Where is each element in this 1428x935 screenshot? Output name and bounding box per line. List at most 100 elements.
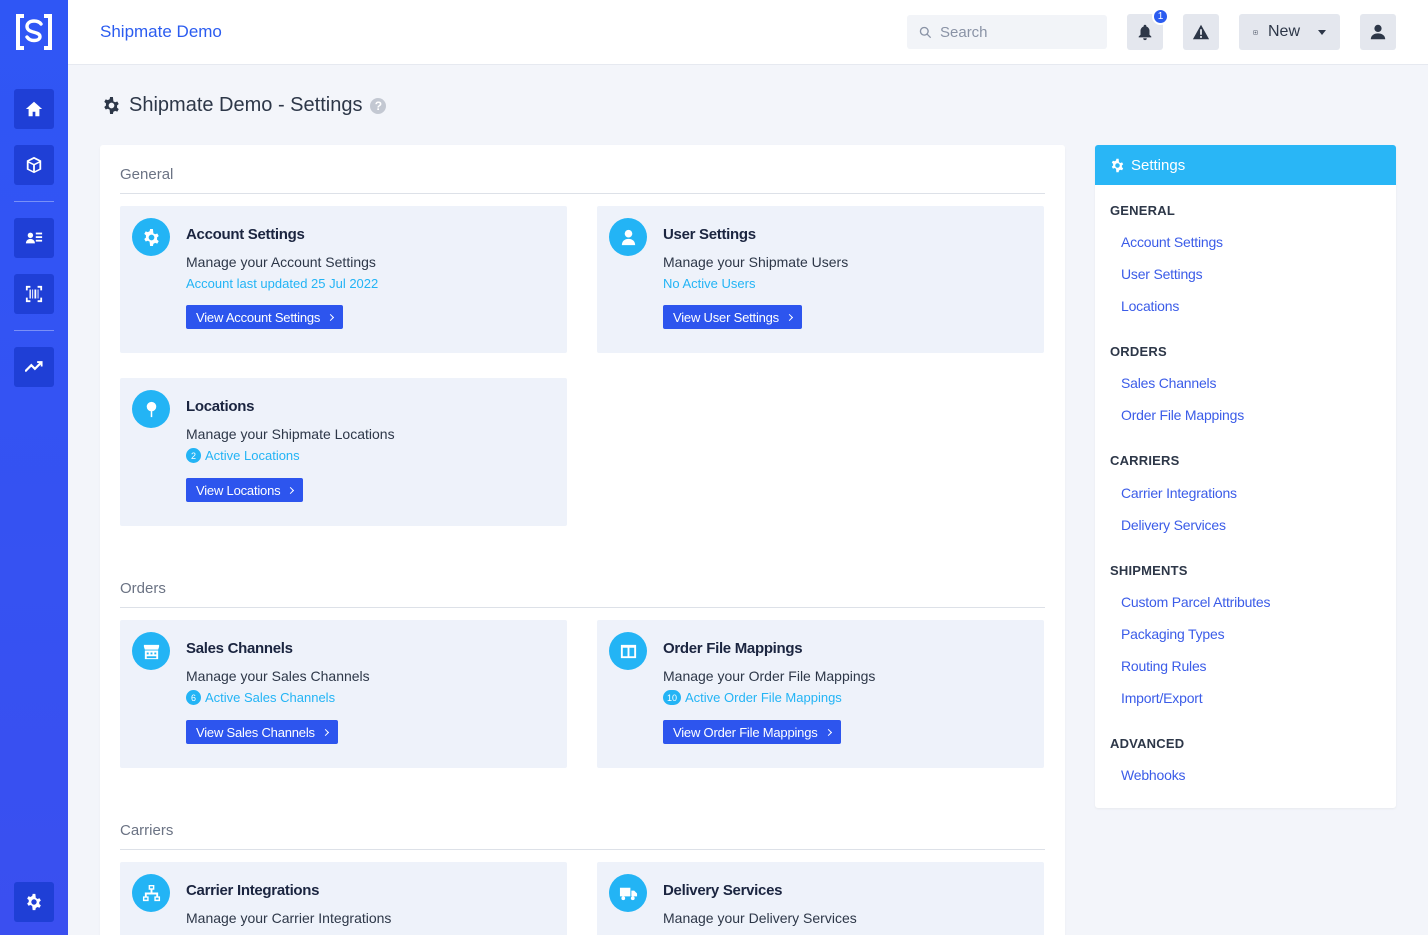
card-status: 10 Active Order File Mappings — [663, 690, 842, 705]
chart-line-icon — [25, 361, 43, 373]
search-icon — [919, 26, 932, 38]
brand-name[interactable]: Shipmate Demo — [100, 22, 222, 42]
divider — [120, 193, 1045, 194]
status-text: No Active Users — [663, 276, 756, 291]
view-order-file-mappings-button[interactable]: View Order File Mappings — [663, 720, 841, 744]
view-sales-channels-button[interactable]: View Sales Channels — [186, 720, 338, 744]
nav-group-shipments: SHIPMENTS — [1110, 563, 1188, 578]
gear-icon — [1111, 158, 1124, 172]
card-title: Order File Mappings — [663, 640, 803, 657]
card-description: Manage your Account Settings — [186, 254, 376, 270]
nav-link-carrier-integrations[interactable]: Carrier Integrations — [1121, 485, 1237, 501]
columns-icon — [609, 632, 647, 670]
chevron-right-icon — [327, 313, 335, 321]
card-carrier-integrations: Carrier Integrations Manage your Carrier… — [120, 862, 567, 935]
gear-icon — [132, 218, 170, 256]
chevron-right-icon — [321, 728, 329, 736]
network-icon — [132, 874, 170, 912]
settings-nav-title: Settings — [1131, 156, 1186, 174]
card-description: Manage your Carrier Integrations — [186, 910, 392, 926]
sidebar — [0, 0, 68, 935]
nav-group-carriers: CARRIERS — [1110, 453, 1180, 468]
section-carriers-title: Carriers — [120, 822, 174, 839]
view-locations-button[interactable]: View Locations — [186, 478, 304, 502]
search-box[interactable] — [907, 15, 1107, 49]
card-title: Locations — [186, 398, 255, 415]
status-text: Account last updated 25 Jul 2022 — [186, 276, 379, 291]
new-button-label: New — [1267, 23, 1300, 40]
card-description: Manage your Shipmate Locations — [186, 426, 395, 442]
settings-main-panel: General Account Settings Manage your Acc… — [100, 145, 1065, 935]
package-icon — [26, 156, 42, 174]
nav-link-order-file-mappings[interactable]: Order File Mappings — [1121, 407, 1244, 423]
nav-link-import-export[interactable]: Import/Export — [1121, 690, 1203, 706]
nav-settings-button[interactable] — [14, 882, 54, 922]
divider — [120, 849, 1045, 850]
card-description: Manage your Delivery Services — [663, 910, 857, 926]
button-label: View User Settings — [673, 309, 779, 325]
card-sales-channels: Sales Channels Manage your Sales Channel… — [120, 620, 567, 768]
nav-link-locations[interactable]: Locations — [1121, 298, 1179, 314]
nav-link-custom-parcel-attributes[interactable]: Custom Parcel Attributes — [1121, 594, 1270, 610]
card-title: Sales Channels — [186, 640, 293, 657]
nav-scan-button[interactable] — [14, 274, 54, 314]
nav-link-packaging-types[interactable]: Packaging Types — [1121, 626, 1225, 642]
nav-link-sales-channels[interactable]: Sales Channels — [1121, 375, 1216, 391]
button-label: View Account Settings — [196, 309, 321, 325]
button-label: View Sales Channels — [196, 724, 315, 740]
nav-link-user-settings[interactable]: User Settings — [1121, 266, 1203, 282]
nav-contacts-button[interactable] — [14, 218, 54, 258]
map-pin-icon — [132, 390, 170, 428]
nav-analytics-button[interactable] — [14, 347, 54, 387]
settings-nav-header: Settings — [1095, 145, 1396, 185]
nav-link-delivery-services[interactable]: Delivery Services — [1121, 517, 1226, 533]
nav-link-routing-rules[interactable]: Routing Rules — [1121, 658, 1207, 674]
nav-home-button[interactable] — [14, 89, 54, 129]
bell-icon — [1138, 24, 1152, 41]
nav-group-general: GENERAL — [1110, 203, 1175, 218]
status-text: Active Order File Mappings — [685, 690, 842, 705]
card-account-settings: Account Settings Manage your Account Set… — [120, 206, 567, 353]
section-orders-title: Orders — [120, 580, 166, 597]
card-status: Account last updated 25 Jul 2022 — [186, 276, 378, 291]
card-title: Delivery Services — [663, 882, 783, 899]
user-icon — [609, 218, 647, 256]
card-description: Manage your Shipmate Users — [663, 254, 849, 270]
nav-link-webhooks[interactable]: Webhooks — [1121, 767, 1185, 783]
status-text: Active Locations — [205, 448, 300, 463]
card-title: Carrier Integrations — [186, 882, 320, 899]
chevron-right-icon — [287, 486, 295, 494]
card-order-file-mappings: Order File Mappings Manage your Order Fi… — [597, 620, 1044, 768]
count-badge: 6 — [186, 690, 201, 705]
notification-badge: 1 — [1152, 8, 1169, 25]
view-account-settings-button[interactable]: View Account Settings — [186, 305, 344, 329]
warning-icon — [1192, 24, 1210, 40]
status-text: Active Sales Channels — [205, 690, 336, 705]
nav-shipments-button[interactable] — [14, 145, 54, 185]
count-badge: 2 — [186, 448, 201, 463]
button-label: View Locations — [196, 482, 281, 498]
alerts-button[interactable] — [1183, 14, 1219, 50]
notifications-button[interactable]: 1 — [1127, 8, 1169, 50]
help-icon[interactable]: ? — [370, 97, 387, 114]
search-input[interactable] — [940, 23, 1090, 41]
settings-nav-panel: Settings GENERAL Account Settings User S… — [1095, 145, 1396, 808]
section-general-title: General — [120, 166, 174, 183]
contacts-icon — [25, 232, 43, 244]
home-icon — [25, 101, 43, 117]
nav-link-account-settings[interactable]: Account Settings — [1121, 234, 1223, 250]
card-status: 6 Active Sales Channels — [186, 690, 335, 705]
card-title: Account Settings — [186, 226, 305, 243]
shipmate-logo[interactable] — [14, 12, 54, 52]
user-menu-button[interactable] — [1360, 14, 1396, 50]
card-status: No Active Users — [663, 276, 755, 291]
plus-square-icon — [1253, 30, 1258, 34]
new-dropdown-button[interactable]: New — [1239, 14, 1340, 50]
view-user-settings-button[interactable]: View User Settings — [663, 305, 802, 329]
chevron-right-icon — [785, 313, 794, 321]
nav-group-advanced: ADVANCED — [1110, 736, 1185, 751]
storefront-icon — [132, 632, 170, 670]
card-status: 2 Active Locations — [186, 448, 300, 463]
truck-icon — [609, 874, 647, 912]
nav-group-orders: ORDERS — [1110, 344, 1167, 359]
